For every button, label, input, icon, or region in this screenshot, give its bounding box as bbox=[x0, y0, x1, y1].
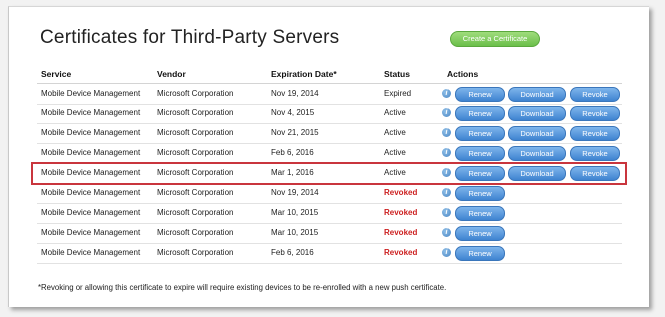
expiration-cell: Nov 4, 2015 bbox=[271, 108, 315, 117]
info-icon[interactable]: i bbox=[442, 228, 451, 237]
info-icon[interactable]: i bbox=[442, 128, 451, 137]
download-button[interactable]: Download bbox=[508, 126, 566, 141]
info-icon[interactable]: i bbox=[442, 89, 451, 98]
page-title: Certificates for Third-Party Servers bbox=[40, 27, 340, 48]
header-expiration: Expiration Date* bbox=[271, 69, 337, 79]
renew-button[interactable]: Renew bbox=[455, 246, 505, 261]
header-service: Service bbox=[41, 69, 72, 79]
table-row: Mobile Device Management Microsoft Corpo… bbox=[37, 143, 622, 164]
table-row: Mobile Device Management Microsoft Corpo… bbox=[37, 123, 622, 144]
service-cell: Mobile Device Management bbox=[41, 188, 141, 197]
status-cell: Expired bbox=[384, 89, 412, 98]
header-actions: Actions bbox=[447, 69, 479, 79]
revoke-button[interactable]: Revoke bbox=[570, 106, 620, 121]
vendor-cell: Microsoft Corporation bbox=[157, 188, 234, 197]
status-cell: Revoked bbox=[384, 248, 418, 257]
download-button[interactable]: Download bbox=[508, 146, 566, 161]
expiration-cell: Feb 6, 2016 bbox=[271, 248, 314, 257]
status-cell: Revoked bbox=[384, 228, 418, 237]
certificates-panel: Certificates for Third-Party Servers Cre… bbox=[8, 6, 649, 307]
renew-button[interactable]: Renew bbox=[455, 146, 505, 161]
info-icon[interactable]: i bbox=[442, 148, 451, 157]
service-cell: Mobile Device Management bbox=[41, 128, 141, 137]
revoke-button[interactable]: Revoke bbox=[570, 146, 620, 161]
vendor-cell: Microsoft Corporation bbox=[157, 208, 234, 217]
create-certificate-button[interactable]: Create a Certificate bbox=[450, 31, 540, 47]
status-cell: Revoked bbox=[384, 208, 418, 217]
service-cell: Mobile Device Management bbox=[41, 108, 141, 117]
table-row: Mobile Device Management Microsoft Corpo… bbox=[37, 243, 622, 264]
service-cell: Mobile Device Management bbox=[41, 148, 141, 157]
status-cell: Active bbox=[384, 148, 406, 157]
service-cell: Mobile Device Management bbox=[41, 208, 141, 217]
vendor-cell: Microsoft Corporation bbox=[157, 248, 234, 257]
highlight-box bbox=[31, 162, 627, 185]
service-cell: Mobile Device Management bbox=[41, 248, 141, 257]
vendor-cell: Microsoft Corporation bbox=[157, 148, 234, 157]
service-cell: Mobile Device Management bbox=[41, 228, 141, 237]
status-cell: Active bbox=[384, 108, 406, 117]
renew-button[interactable]: Renew bbox=[455, 106, 505, 121]
renew-button[interactable]: Renew bbox=[455, 206, 505, 221]
renew-button[interactable]: Renew bbox=[455, 226, 505, 241]
service-cell: Mobile Device Management bbox=[41, 89, 141, 98]
renew-button[interactable]: Renew bbox=[455, 126, 505, 141]
renew-button[interactable]: Renew bbox=[455, 186, 505, 201]
info-icon[interactable]: i bbox=[442, 248, 451, 257]
status-cell: Active bbox=[384, 128, 406, 137]
table-row: Mobile Device Management Microsoft Corpo… bbox=[37, 203, 622, 224]
info-icon[interactable]: i bbox=[442, 208, 451, 217]
expiration-cell: Feb 6, 2016 bbox=[271, 148, 314, 157]
table-row: Mobile Device Management Microsoft Corpo… bbox=[37, 183, 622, 204]
revoke-button[interactable]: Revoke bbox=[570, 126, 620, 141]
expiration-cell: Nov 21, 2015 bbox=[271, 128, 319, 137]
download-button[interactable]: Download bbox=[508, 106, 566, 121]
table-row: Mobile Device Management Microsoft Corpo… bbox=[37, 103, 622, 124]
expiration-cell: Nov 19, 2014 bbox=[271, 89, 319, 98]
footnote: *Revoking or allowing this certificate t… bbox=[38, 283, 447, 292]
renew-button[interactable]: Renew bbox=[455, 87, 505, 102]
info-icon[interactable]: i bbox=[442, 108, 451, 117]
revoke-button[interactable]: Revoke bbox=[570, 87, 620, 102]
header-status: Status bbox=[384, 69, 410, 79]
download-button[interactable]: Download bbox=[508, 87, 566, 102]
table-row: Mobile Device Management Microsoft Corpo… bbox=[37, 223, 622, 244]
header-vendor: Vendor bbox=[157, 69, 186, 79]
table-row: Mobile Device Management Microsoft Corpo… bbox=[37, 83, 622, 105]
expiration-cell: Mar 10, 2015 bbox=[271, 228, 319, 237]
info-icon[interactable]: i bbox=[442, 188, 451, 197]
vendor-cell: Microsoft Corporation bbox=[157, 128, 234, 137]
status-cell: Revoked bbox=[384, 188, 418, 197]
vendor-cell: Microsoft Corporation bbox=[157, 108, 234, 117]
expiration-cell: Nov 19, 2014 bbox=[271, 188, 319, 197]
vendor-cell: Microsoft Corporation bbox=[157, 89, 234, 98]
expiration-cell: Mar 10, 2015 bbox=[271, 208, 319, 217]
vendor-cell: Microsoft Corporation bbox=[157, 228, 234, 237]
